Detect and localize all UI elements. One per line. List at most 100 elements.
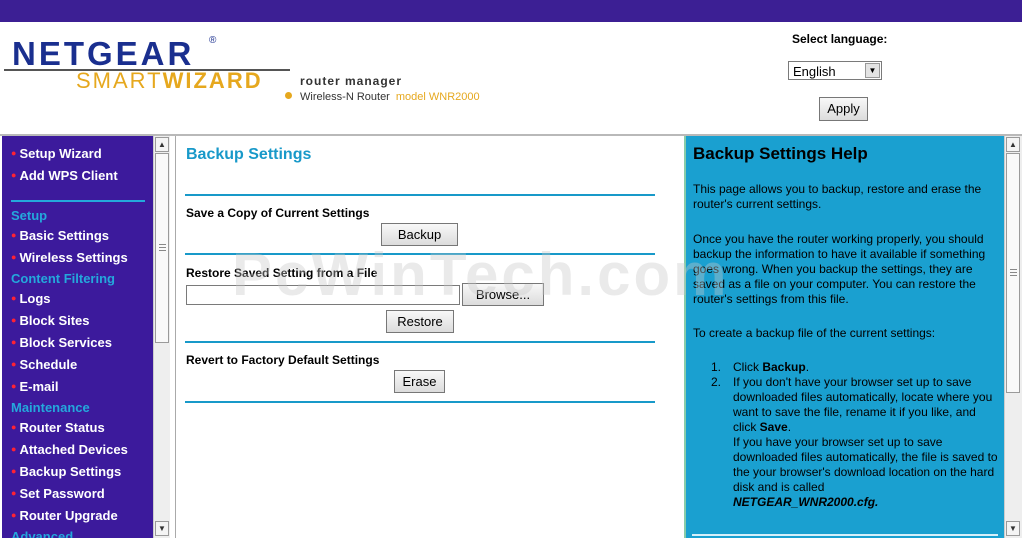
sidebar-item-setup-wizard[interactable]: ● Setup Wizard bbox=[11, 146, 102, 161]
sidebar-item-label: Backup Settings bbox=[19, 464, 122, 479]
bullet-icon: ● bbox=[11, 510, 17, 520]
help-paragraph-intro: This page allows you to backup, restore … bbox=[693, 182, 982, 211]
bullet-icon: ● bbox=[11, 466, 17, 476]
bullet-icon: ● bbox=[11, 148, 17, 158]
language-select[interactable]: English ▼ bbox=[788, 61, 882, 80]
select-language-label: Select language: bbox=[792, 32, 888, 46]
bullet-icon: ● bbox=[11, 337, 17, 347]
step-bold: Save bbox=[759, 420, 788, 434]
top-bar bbox=[0, 0, 1022, 22]
sidebar-item-add-wps-client[interactable]: ● Add WPS Client bbox=[11, 168, 118, 183]
section-divider bbox=[185, 401, 655, 403]
sidebar-scrollbar[interactable]: ▲ ▼ bbox=[153, 136, 170, 538]
sidebar-item-block-sites[interactable]: ● Block Sites bbox=[11, 313, 90, 328]
grip-line bbox=[1010, 275, 1017, 276]
restore-button[interactable]: Restore bbox=[386, 310, 454, 333]
sidebar-heading-content-filtering: Content Filtering bbox=[11, 271, 115, 286]
help-paragraph-create: To create a backup file of the current s… bbox=[693, 326, 936, 340]
sidebar-heading-setup: Setup bbox=[11, 208, 48, 223]
section-divider bbox=[185, 194, 655, 196]
section-divider bbox=[185, 341, 655, 343]
step-number: 2. bbox=[711, 375, 722, 389]
file-path-input[interactable] bbox=[186, 285, 460, 305]
sidebar-item-label: Basic Settings bbox=[19, 228, 110, 243]
sidebar-item-wireless-settings[interactable]: ● Wireless Settings bbox=[11, 250, 128, 265]
sidebar-item-router-upgrade[interactable]: ● Router Upgrade bbox=[11, 508, 118, 523]
help-scrollbar[interactable]: ▲ ▼ bbox=[1004, 136, 1022, 538]
step-text-part: Click bbox=[733, 360, 763, 374]
bullet-icon: ● bbox=[11, 359, 17, 369]
backup-button[interactable]: Backup bbox=[381, 223, 458, 246]
page-title: Backup Settings bbox=[186, 146, 312, 163]
step-number: 1. bbox=[711, 360, 722, 374]
bullet-icon: ● bbox=[11, 444, 17, 454]
sidebar-item-label: Router Upgrade bbox=[19, 508, 118, 523]
grip-line bbox=[1010, 272, 1017, 273]
grip-line bbox=[159, 250, 166, 251]
help-step-2: 2. If you don't have your browser set up… bbox=[711, 375, 1001, 510]
bullet-icon: ● bbox=[11, 230, 17, 240]
scroll-down-icon[interactable]: ▼ bbox=[1006, 521, 1020, 536]
sidebar-item-label: Add WPS Client bbox=[19, 168, 118, 183]
bullet-icon: ● bbox=[11, 252, 17, 262]
sidebar-item-set-password[interactable]: ● Set Password bbox=[11, 486, 105, 501]
sidebar-heading-maintenance: Maintenance bbox=[11, 400, 90, 415]
help-paragraph-backup: Once you have the router working properl… bbox=[693, 232, 986, 306]
grip-line bbox=[1010, 269, 1017, 270]
sidebar-item-label: Block Sites bbox=[19, 313, 90, 328]
filename-text: NETGEAR_WNR2000.cfg. bbox=[733, 495, 879, 509]
bullet-icon: ● bbox=[11, 422, 17, 432]
step-text: If you don't have your browser set up to… bbox=[733, 375, 1001, 435]
erase-button[interactable]: Erase bbox=[394, 370, 445, 393]
language-value: English bbox=[793, 64, 836, 79]
help-divider bbox=[692, 534, 998, 536]
grip-line bbox=[159, 244, 166, 245]
apply-button[interactable]: Apply bbox=[819, 97, 868, 121]
sidebar-item-backup-settings[interactable]: ● Backup Settings bbox=[11, 464, 121, 479]
sidebar-item-schedule[interactable]: ● Schedule bbox=[11, 357, 77, 372]
model-name: model WNR2000 bbox=[395, 91, 480, 103]
sidebar-item-label: Attached Devices bbox=[19, 442, 128, 457]
product-name: Wireless-N Router bbox=[300, 91, 390, 103]
step-bold: Backup bbox=[762, 360, 806, 374]
sidebar-item-router-status[interactable]: ● Router Status bbox=[11, 420, 105, 435]
smart-text: SMART bbox=[76, 68, 163, 93]
section-divider bbox=[185, 253, 655, 255]
sidebar-item-basic-settings[interactable]: ● Basic Settings bbox=[11, 228, 109, 243]
scroll-down-icon[interactable]: ▼ bbox=[155, 521, 169, 536]
sidebar-item-label: E-mail bbox=[19, 379, 59, 394]
restore-label: Restore Saved Setting from a File bbox=[186, 266, 378, 280]
sidebar-item-block-services[interactable]: ● Block Services bbox=[11, 335, 112, 350]
step-text-part: . bbox=[787, 420, 792, 434]
help-panel: Backup Settings Help This page allows yo… bbox=[684, 136, 1004, 538]
sidebar-item-attached-devices[interactable]: ● Attached Devices bbox=[11, 442, 128, 457]
sidebar-item-label: Set Password bbox=[19, 486, 105, 501]
backup-filename: NETGEAR_WNR2000.cfg. bbox=[733, 495, 1001, 510]
sidebar-item-email[interactable]: ● E-mail bbox=[11, 379, 58, 394]
sidebar-item-label: Setup Wizard bbox=[19, 146, 102, 161]
scroll-thumb[interactable] bbox=[155, 153, 169, 343]
sidebar-item-label: Wireless Settings bbox=[19, 250, 128, 265]
bullet-icon: ● bbox=[11, 488, 17, 498]
sidebar-divider bbox=[11, 200, 145, 202]
bullet-icon: ● bbox=[11, 315, 17, 325]
scroll-up-icon[interactable]: ▲ bbox=[1006, 137, 1020, 152]
grip-line bbox=[159, 247, 166, 248]
registered-mark: ® bbox=[209, 35, 217, 46]
sidebar-item-label: Logs bbox=[19, 291, 51, 306]
dropdown-arrow-icon[interactable]: ▼ bbox=[865, 63, 880, 78]
sidebar-item-label: Schedule bbox=[19, 357, 78, 372]
browse-button[interactable]: Browse... bbox=[462, 283, 544, 306]
step-text-continued: If you have your browser set up to save … bbox=[733, 435, 998, 494]
header: NETGEAR ® SMARTWIZARD router manager Wir… bbox=[0, 22, 1022, 136]
smartwizard-logo: SMARTWIZARD bbox=[76, 68, 263, 94]
scroll-up-icon[interactable]: ▲ bbox=[155, 137, 169, 152]
sidebar-item-logs[interactable]: ● Logs bbox=[11, 291, 51, 306]
bullet-icon: ● bbox=[11, 170, 17, 180]
bullet-dot-icon bbox=[285, 92, 292, 99]
sidebar-heading-advanced: Advanced bbox=[11, 529, 74, 538]
router-manager-label: router manager bbox=[300, 74, 403, 88]
help-step-1: 1. Click Backup. bbox=[711, 360, 1001, 375]
scroll-thumb[interactable] bbox=[1006, 153, 1020, 393]
product-line: Wireless-N Router model WNR2000 bbox=[300, 91, 480, 103]
